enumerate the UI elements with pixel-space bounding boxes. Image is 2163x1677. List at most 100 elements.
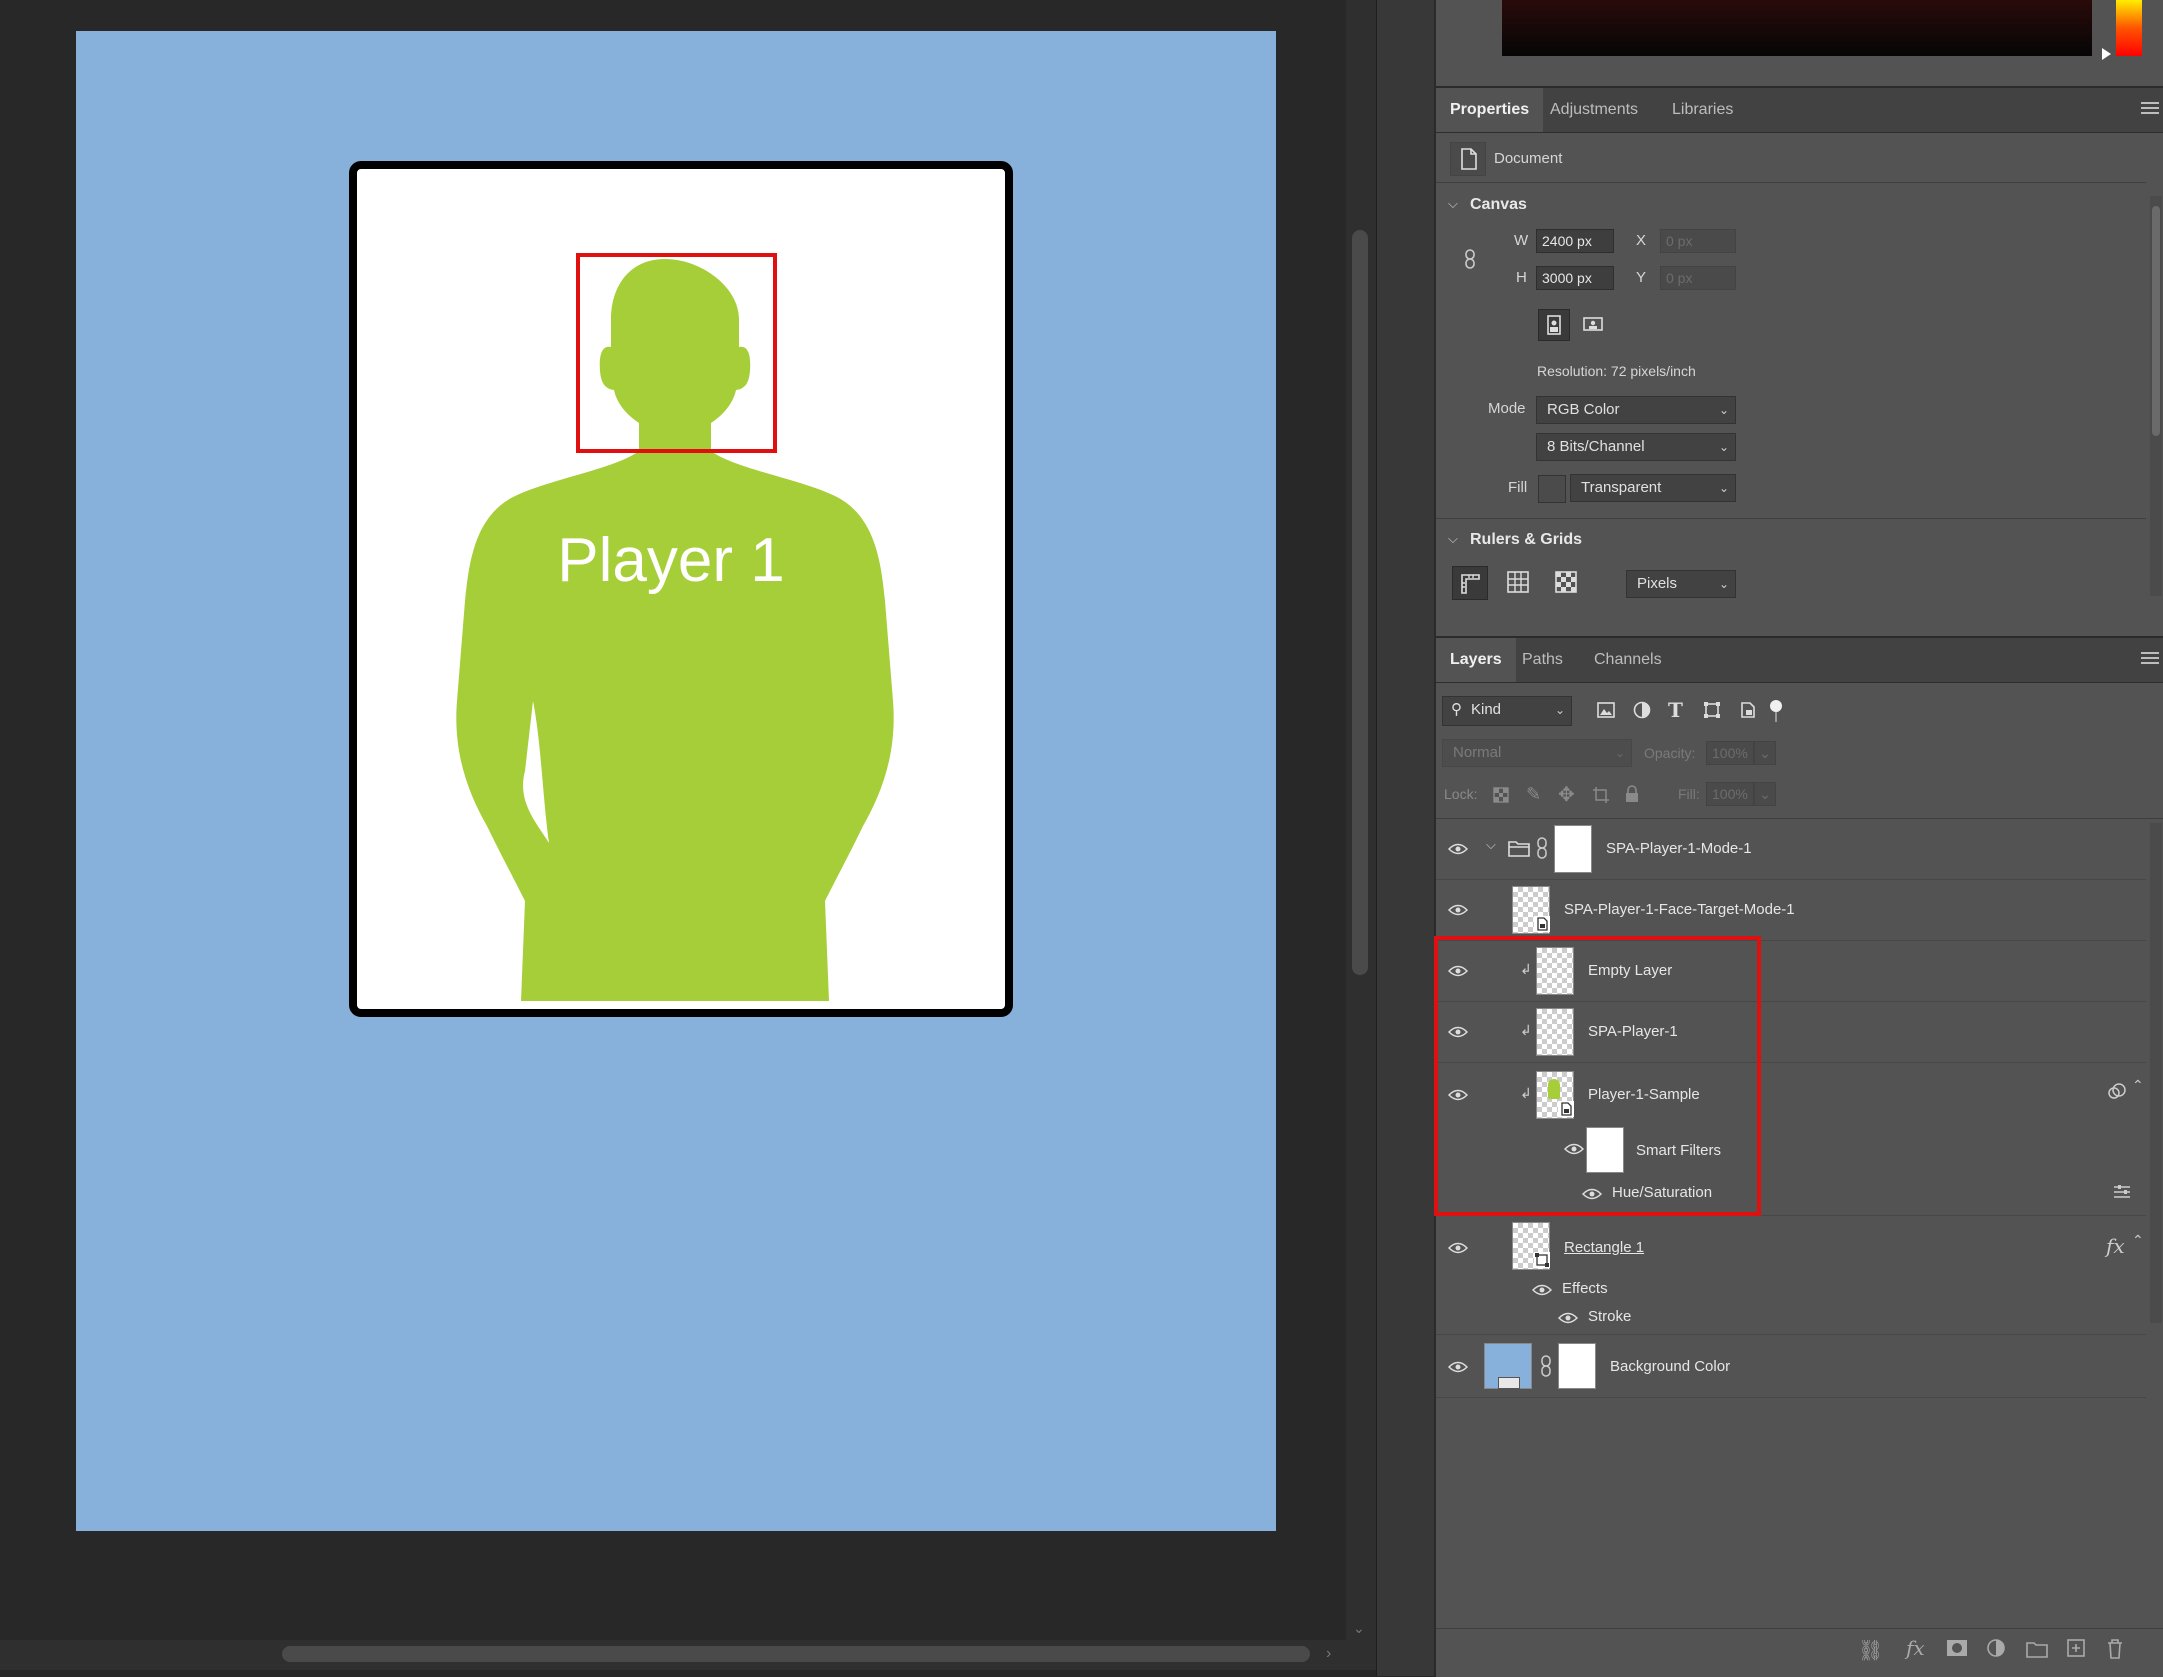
rulers-grids-section-title[interactable]: Rulers & Grids [1470, 531, 1582, 549]
properties-scroll-thumb[interactable] [2152, 206, 2160, 436]
x-label: X [1636, 232, 1647, 249]
folder-icon [1508, 841, 1530, 857]
portrait-orientation-icon[interactable] [1538, 309, 1570, 341]
link-dimensions-icon[interactable] [1462, 248, 1478, 270]
fill-value: Transparent [1581, 479, 1662, 496]
player-card[interactable]: Player 1 [349, 161, 1013, 1017]
fill-dropdown[interactable]: Transparent ⌄ [1570, 474, 1736, 502]
y-field: 0 px [1660, 266, 1736, 290]
tab-channels[interactable]: Channels [1580, 638, 1676, 682]
filter-type-layers-icon[interactable]: T [1668, 698, 1683, 722]
chevron-down-icon: ⌄ [1554, 703, 1565, 717]
chevron-down-icon: ⌄ [1718, 403, 1729, 417]
lock-label: Lock: [1444, 786, 1478, 802]
layer-mask-thumbnail[interactable] [1554, 825, 1592, 873]
grid-icon[interactable] [1500, 566, 1536, 600]
new-adjustment-layer-icon[interactable] [1986, 1638, 2008, 1660]
height-label: H [1516, 269, 1527, 286]
tab-layers[interactable]: Layers [1436, 638, 1516, 682]
tab-properties[interactable]: Properties [1436, 88, 1544, 132]
tab-paths[interactable]: Paths [1508, 638, 1577, 682]
delete-layer-trash-icon[interactable] [2106, 1638, 2124, 1660]
filter-shape-layers-icon[interactable] [1702, 700, 1722, 720]
filter-pixel-layers-icon[interactable] [1596, 700, 1616, 720]
vertical-scroll-thumb[interactable] [1352, 230, 1368, 975]
collapse-effects-chevron-icon[interactable]: ⌃ [2132, 1077, 2144, 1094]
hue-slider-handle-icon[interactable] [2102, 48, 2111, 60]
collapse-effects-chevron-icon[interactable]: ⌃ [2132, 1232, 2144, 1249]
bit-depth-dropdown[interactable]: 8 Bits/Channel ⌄ [1536, 433, 1736, 461]
layer-filter-dropdown[interactable]: ⚲ Kind ⌄ [1442, 696, 1572, 726]
tab-libraries[interactable]: Libraries [1658, 88, 1747, 132]
scroll-right-arrow-icon[interactable]: › [1326, 1645, 1331, 1663]
panel-menu-icon[interactable] [2141, 102, 2159, 116]
filter-kind-value: Kind [1471, 701, 1502, 718]
filter-adjustment-layers-icon[interactable] [1632, 700, 1652, 720]
visibility-eye-icon[interactable] [1448, 843, 1468, 855]
width-field[interactable]: 2400 px [1536, 229, 1614, 253]
document-icon [1450, 142, 1486, 176]
chevron-down-icon: ⌄ [1718, 577, 1729, 591]
opacity-label: Opacity: [1644, 745, 1696, 761]
properties-panel-header: Properties Adjustments Libraries [1436, 88, 2163, 133]
layer-row-group[interactable]: ⌵ SPA-Player-1-Mode-1 [1436, 819, 2146, 880]
stroke-effect-label[interactable]: Stroke [1588, 1308, 1631, 1325]
layer-row-rectangle-1[interactable]: Rectangle 1 fx ⌃ Effects Stroke [1436, 1216, 2146, 1335]
layer-name[interactable]: SPA-Player-1-Face-Target-Mode-1 [1564, 901, 1795, 918]
rulers-collapse-chevron-icon[interactable]: ⌵ [1448, 531, 1458, 547]
canvas-collapse-chevron-icon[interactable]: ⌵ [1448, 196, 1458, 212]
tab-adjustments[interactable]: Adjustments [1536, 88, 1652, 132]
height-field[interactable]: 3000 px [1536, 266, 1614, 290]
layer-row-background-color[interactable]: Background Color [1436, 1335, 2146, 1398]
bit-depth-value: 8 Bits/Channel [1547, 438, 1645, 455]
color-field[interactable] [1502, 0, 2092, 56]
layers-scrollbar[interactable] [2150, 823, 2162, 1323]
hue-slider[interactable] [2116, 0, 2142, 56]
filter-toggle-icon[interactable] [1770, 700, 1782, 712]
horizontal-scroll-thumb[interactable] [282, 1646, 1310, 1662]
mask-link-icon[interactable] [1540, 1355, 1552, 1377]
visibility-eye-icon[interactable] [1448, 904, 1468, 916]
fx-indicator-icon[interactable]: fx [2106, 1234, 2125, 1258]
add-mask-icon[interactable] [1946, 1638, 1968, 1658]
visibility-eye-icon[interactable] [1448, 1242, 1468, 1254]
canvas-section-title[interactable]: Canvas [1470, 196, 1527, 214]
transparency-grid-icon[interactable] [1548, 566, 1584, 600]
clipped-layers-highlight-box [1434, 936, 1761, 1216]
layer-name[interactable]: Rectangle 1 [1564, 1239, 1644, 1256]
layer-name[interactable]: Background Color [1610, 1358, 1730, 1375]
ruler-icon[interactable] [1452, 566, 1488, 600]
panel-menu-icon[interactable] [2141, 652, 2159, 666]
layer-name[interactable]: SPA-Player-1-Mode-1 [1606, 840, 1752, 857]
effects-label[interactable]: Effects [1562, 1280, 1608, 1297]
layer-row-face-target[interactable]: SPA-Player-1-Face-Target-Mode-1 [1436, 880, 2146, 941]
lock-image-pixels-icon: ✎ [1526, 784, 1542, 804]
layer-mask-thumbnail[interactable] [1558, 1343, 1596, 1389]
fill-slider-button: ⌄ [1754, 782, 1776, 806]
effects-visibility-eye-icon[interactable] [1532, 1284, 1552, 1296]
mask-link-icon[interactable] [1536, 837, 1548, 859]
add-layer-style-icon[interactable]: fx [1906, 1636, 1925, 1660]
smart-filter-indicator-icon[interactable] [2106, 1081, 2130, 1101]
new-group-folder-icon[interactable] [2026, 1640, 2048, 1658]
group-expand-chevron-icon[interactable]: ⌵ [1486, 837, 1496, 853]
ruler-units-dropdown[interactable]: Pixels ⌄ [1626, 570, 1736, 598]
filter-smart-objects-icon[interactable] [1738, 700, 1758, 720]
right-panel-dock: Properties Adjustments Libraries Documen… [1434, 0, 2163, 1677]
mode-label: Mode [1488, 400, 1526, 417]
visibility-eye-icon[interactable] [1448, 1361, 1468, 1373]
mode-dropdown[interactable]: RGB Color ⌄ [1536, 396, 1736, 424]
stroke-visibility-eye-icon[interactable] [1558, 1312, 1578, 1324]
link-layers-icon[interactable]: ⛓ [1858, 1638, 1883, 1663]
fill-color-swatch[interactable] [1538, 475, 1566, 503]
x-field: 0 px [1660, 229, 1736, 253]
landscape-orientation-icon[interactable] [1578, 309, 1610, 341]
filter-blending-options-icon[interactable] [2112, 1183, 2132, 1201]
chevron-down-icon: ⌄ [1614, 746, 1625, 760]
search-icon: ⚲ [1451, 701, 1462, 718]
new-layer-icon[interactable] [2066, 1638, 2086, 1658]
scroll-down-arrow-icon[interactable]: ⌄ [1353, 1620, 1365, 1637]
chevron-down-icon: ⌄ [1718, 440, 1729, 454]
fill-label: Fill [1508, 479, 1528, 496]
blend-mode-value: Normal [1453, 744, 1502, 761]
